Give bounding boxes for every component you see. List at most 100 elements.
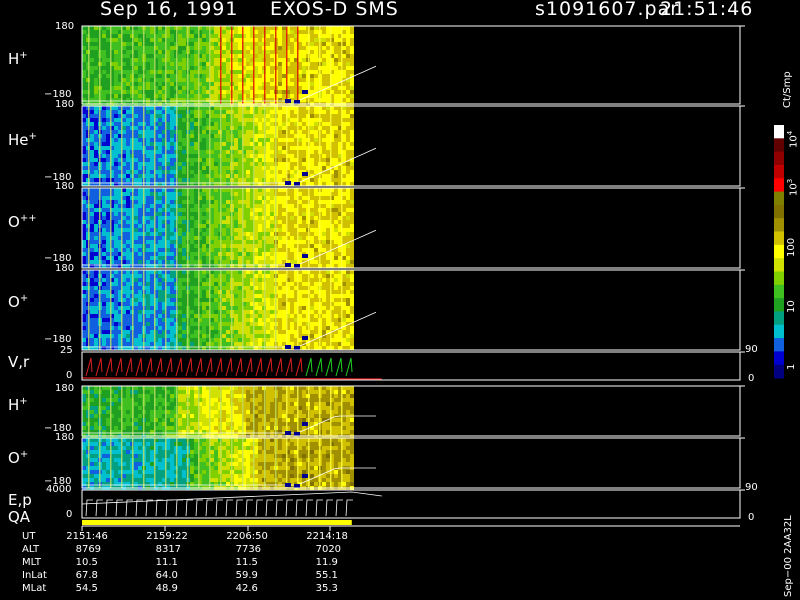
panel-He+-cell	[170, 110, 174, 114]
panel-H+-cell	[334, 58, 338, 62]
panel-O++-cell	[234, 228, 238, 232]
panel-H+-cell	[126, 38, 130, 42]
panel-O+-cell	[134, 326, 138, 330]
panel-He+-cell	[82, 162, 86, 166]
panel-H+-cell	[146, 78, 150, 82]
panel-He+-cell	[346, 178, 350, 182]
panel-O+-cell	[222, 278, 226, 282]
panel-O++-cell	[94, 256, 98, 260]
panel-O++-cell	[298, 192, 302, 196]
panel-O+-cell	[90, 306, 94, 310]
panel-He+-cell	[258, 110, 262, 114]
panel-O++-cell	[270, 208, 274, 212]
panel-O++-cell	[158, 232, 162, 236]
panel-O++-cell	[106, 208, 110, 212]
panel-H+-cell	[210, 54, 214, 58]
panel-He+-cell	[146, 122, 150, 126]
panel-He+-cell	[238, 178, 242, 182]
panel-H+-cell	[350, 26, 354, 30]
panel-O+-cell	[190, 318, 194, 322]
panel-O++-cell	[254, 208, 258, 212]
panel-O++-cell	[106, 204, 110, 208]
panel-O+-cell	[94, 302, 98, 306]
panel-H+-cell	[166, 58, 170, 62]
panel-He+-cell	[122, 178, 126, 182]
panel-O++-cell	[182, 236, 186, 240]
panel-O++-cell	[290, 256, 294, 260]
panel-O++-cell	[126, 248, 130, 252]
panel-O+-cell	[190, 302, 194, 306]
panel-O++-cell	[290, 252, 294, 256]
panel-O++-cell	[246, 240, 250, 244]
panel-He+-cell	[254, 130, 258, 134]
panel-H+-cell	[322, 90, 326, 94]
panel-He+-cell	[258, 106, 262, 110]
panel-He+-cell	[298, 170, 302, 174]
panel-H+-cell	[82, 94, 86, 98]
panel-H+-cell	[334, 42, 338, 46]
panel-O++-cell	[342, 224, 346, 228]
panel-He+-cell	[166, 110, 170, 114]
panel-H+-cell	[246, 70, 250, 74]
panel-O+-cell	[150, 290, 154, 294]
panel-O++-cell	[114, 200, 118, 204]
panel-O+-cell	[238, 334, 242, 338]
panel-H+-cell	[246, 86, 250, 90]
panel-O+-cell	[182, 278, 186, 282]
panel-He+-cell	[146, 138, 150, 142]
panel-He+-cell	[322, 182, 326, 186]
panel-O++-cell	[254, 236, 258, 240]
panel-O++-cell	[214, 192, 218, 196]
panel-He+-cell	[126, 138, 130, 142]
panel-O++-cell	[342, 188, 346, 192]
panel-H+-cell	[314, 54, 318, 58]
panel-H+-cell	[170, 54, 174, 58]
panel-He+-cell	[350, 134, 354, 138]
panel-He+-cell	[346, 154, 350, 158]
panel-O+-cell	[222, 294, 226, 298]
panel-H+-cell	[106, 46, 110, 50]
panel-He+-cell	[278, 150, 282, 154]
panel-O++-cell	[210, 236, 214, 240]
panel-H+-cell	[82, 46, 86, 50]
panel-O++-cell	[214, 236, 218, 240]
panel-H+-cell	[350, 66, 354, 70]
panel-H+-cell	[150, 90, 154, 94]
panel-O++-cell	[194, 220, 198, 224]
panel-He+-cell	[90, 150, 94, 154]
panel-O++-cell	[322, 200, 326, 204]
panel-He+-cell	[166, 150, 170, 154]
panel-O++-cell	[214, 224, 218, 228]
panel-H+-cell	[182, 30, 186, 34]
panel-O+-cell	[222, 302, 226, 306]
panel-O++-cell	[134, 240, 138, 244]
panel-O++-cell	[290, 216, 294, 220]
panel-O++-streak	[187, 188, 189, 268]
panel-O+-cell	[126, 290, 130, 294]
panel-O++-cell	[106, 232, 110, 236]
panel-He+-cell	[334, 110, 338, 114]
panel-O+-cell	[150, 338, 154, 342]
panel-He+-streak	[319, 106, 321, 186]
panel-O+-cell	[226, 322, 230, 326]
panel-H+-cell	[210, 74, 214, 78]
panel-O++-cell	[166, 256, 170, 260]
panel-He+-cell	[270, 178, 274, 182]
panel-O++-cell	[134, 260, 138, 264]
panel-H+-cell	[246, 30, 250, 34]
panel-H+-cell	[238, 82, 242, 86]
panel-O++-cell	[170, 248, 174, 252]
panel-H+-cell	[290, 26, 294, 30]
panel-O++-cell	[126, 212, 130, 216]
panel-He+-cell	[210, 142, 214, 146]
panel-H+-cell	[126, 62, 130, 66]
panel-O++-cell	[166, 200, 170, 204]
panel-O+-cell	[114, 286, 118, 290]
panel-He+-cell	[158, 110, 162, 114]
panel-O+-cell	[210, 302, 214, 306]
panel-O++-cell	[138, 196, 142, 200]
panel-O++-cell	[194, 240, 198, 244]
panel-He+-cell	[342, 174, 346, 178]
panel-H+-cell	[254, 90, 258, 94]
panel-H+-cell	[90, 26, 94, 30]
